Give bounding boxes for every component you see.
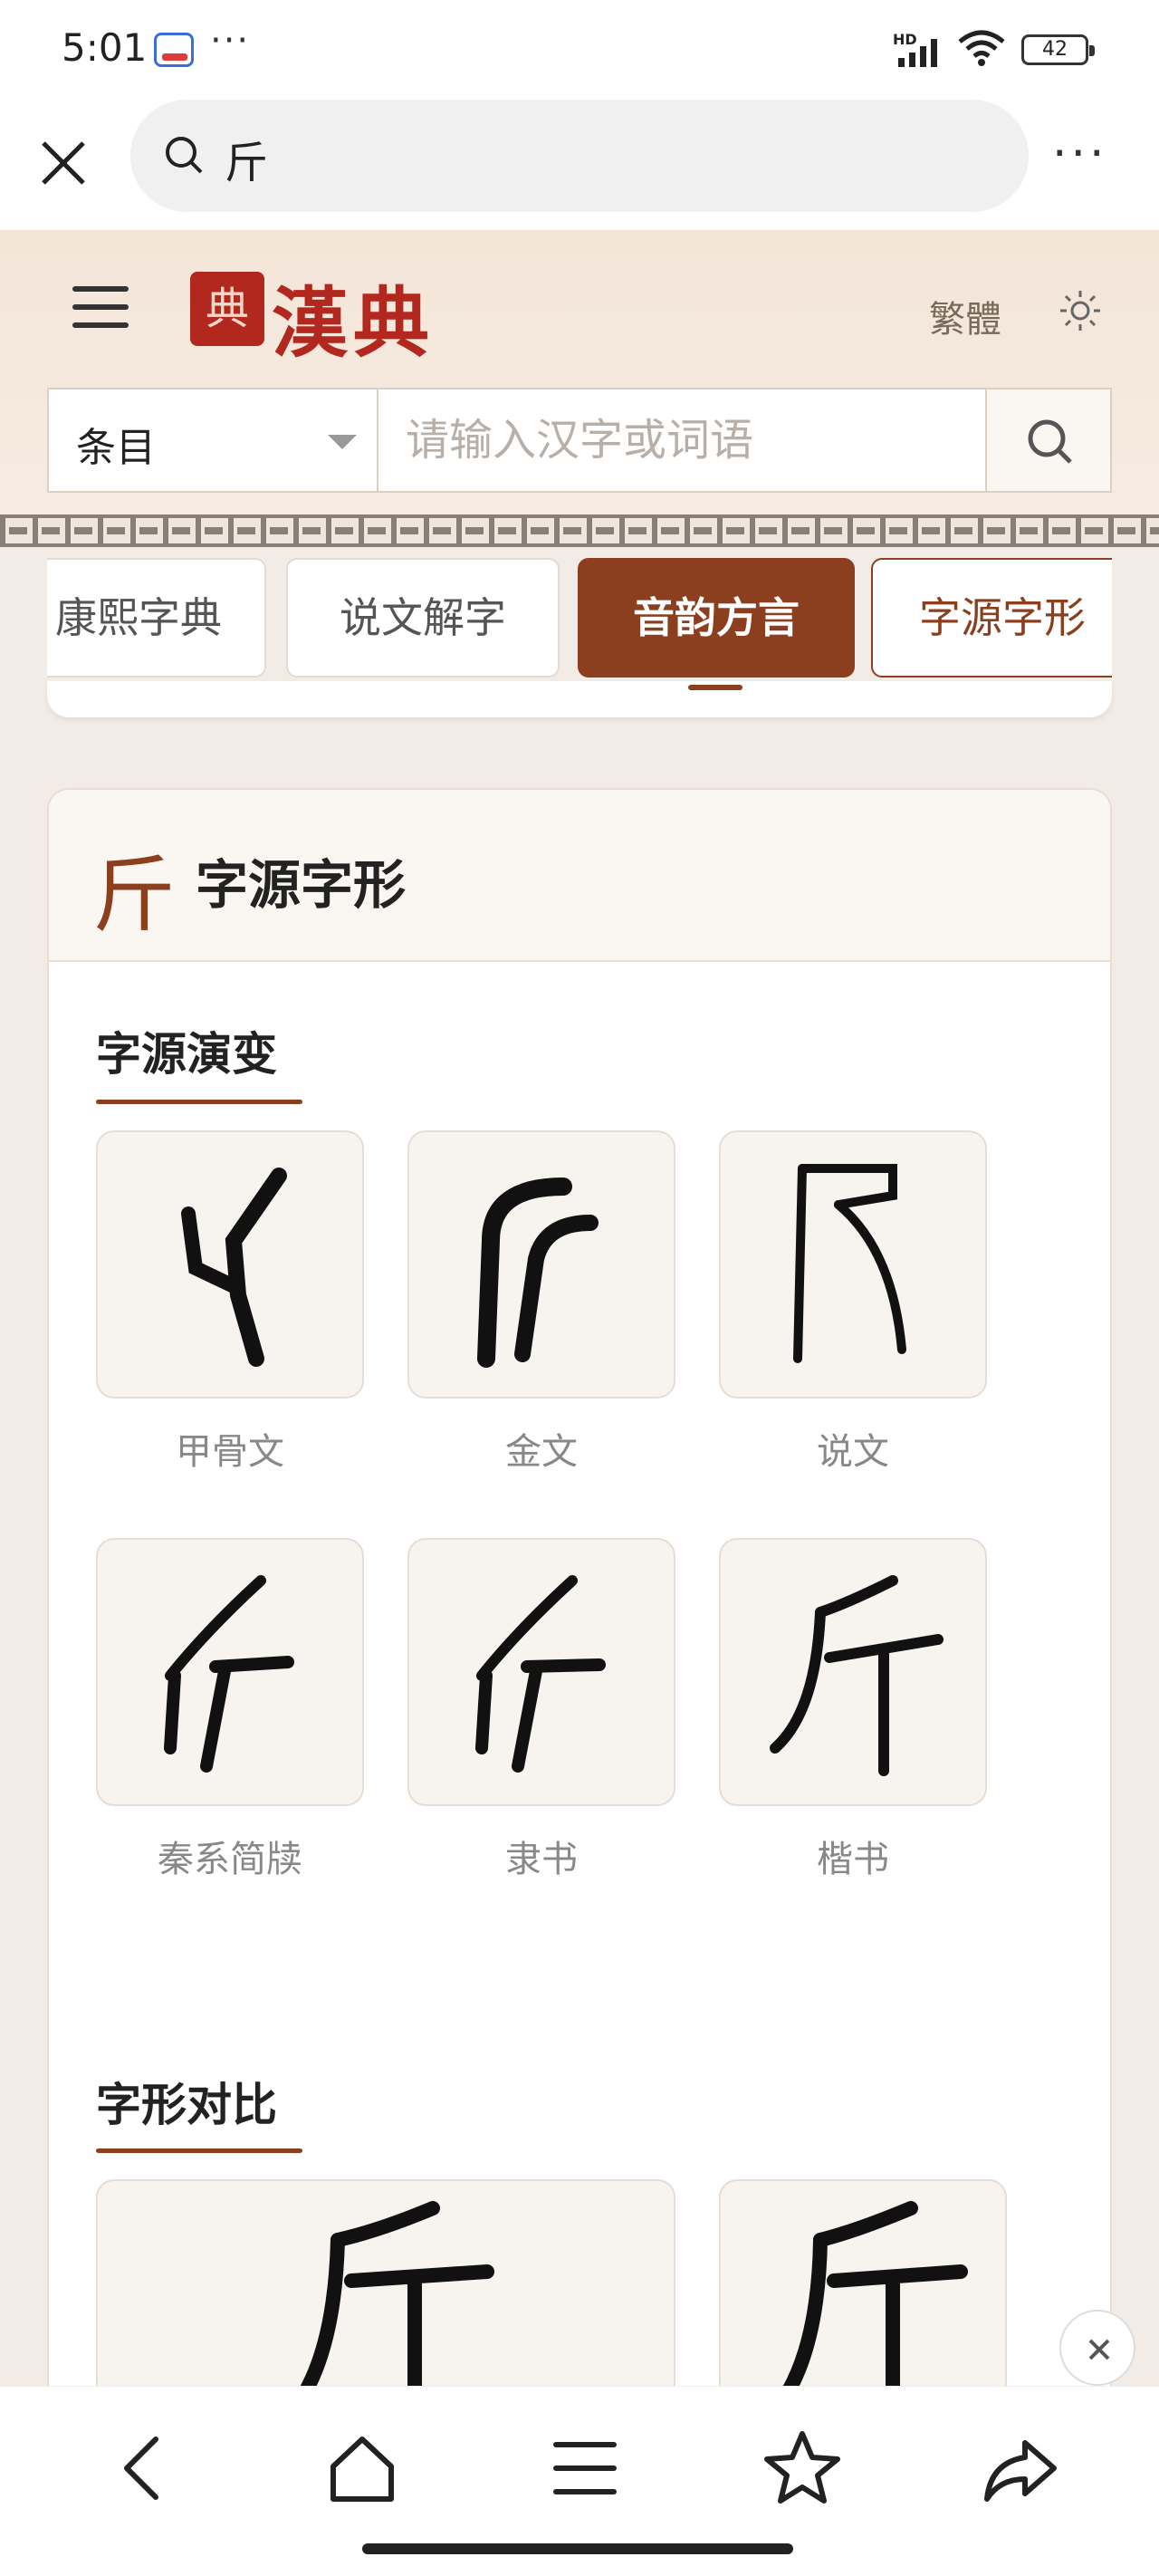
- search-category-select[interactable]: 条目: [49, 389, 378, 491]
- browser-search-box[interactable]: 斤: [130, 100, 1029, 212]
- glyph-shuowen[interactable]: [719, 1130, 987, 1399]
- card-header-title: 字源字形: [196, 854, 407, 916]
- etymology-card: 斤 字源字形 字源演变 甲骨文 金文 说文 秦系简牍 隶书 楷书 字形对比: [47, 788, 1112, 2418]
- home-indicator: [362, 2543, 793, 2554]
- star-icon[interactable]: [757, 2423, 848, 2514]
- section-underline: [96, 2148, 302, 2153]
- sun-icon[interactable]: [1058, 288, 1103, 333]
- menu-icon[interactable]: [540, 2423, 630, 2514]
- tab-kangxi[interactable]: 康熙字典: [47, 558, 266, 678]
- close-float-button[interactable]: [1059, 2310, 1135, 2386]
- qin-bamboo-glyph-image: [164, 1575, 294, 1773]
- compare-glyph-image: [777, 2201, 968, 2406]
- compare-glyph-tile[interactable]: [96, 2179, 675, 2417]
- back-icon[interactable]: [100, 2423, 190, 2514]
- hamburger-menu-icon[interactable]: [72, 286, 129, 332]
- clerical-glyph-image: [475, 1575, 606, 1773]
- home-icon[interactable]: [317, 2423, 407, 2514]
- glyph-label: 秦系简牍: [158, 1839, 302, 1880]
- tab-phonology[interactable]: 音韵方言: [578, 558, 855, 678]
- card-header: 斤 字源字形: [49, 790, 1110, 962]
- active-tab-indicator: [688, 685, 742, 690]
- browser-toolbar: 斤 ···: [0, 100, 1159, 230]
- section-underline: [96, 1100, 302, 1104]
- glyph-oracle-bone[interactable]: [96, 1130, 364, 1399]
- search-category-label: 条目: [76, 425, 156, 471]
- signal-icon: [898, 39, 937, 67]
- card-header-char: 斤: [92, 847, 177, 944]
- tabs-panel-edge: [47, 681, 1112, 717]
- glyph-label: 楷书: [817, 1839, 889, 1880]
- traditional-chinese-link[interactable]: 繁體: [929, 290, 1001, 342]
- status-more-indicator: ···: [210, 20, 251, 62]
- dictionary-tabs: 康熙字典 说文解字 音韵方言 字源字形: [47, 556, 1112, 681]
- search-icon: [1028, 419, 1072, 464]
- glyph-bronze[interactable]: [407, 1130, 675, 1399]
- glyph-label: 金文: [505, 1431, 578, 1473]
- tab-shuowen[interactable]: 说文解字: [286, 558, 560, 678]
- glyph-clerical[interactable]: [407, 1538, 675, 1806]
- glyph-label: 说文: [817, 1431, 889, 1473]
- share-icon[interactable]: [974, 2423, 1065, 2514]
- shuowen-glyph-image: [793, 1164, 906, 1363]
- compare-section-title: 字形对比: [96, 2079, 277, 2131]
- bronze-glyph-image: [477, 1177, 599, 1368]
- battery-indicator: 42: [1021, 34, 1095, 65]
- compare-glyph-tile[interactable]: [719, 2179, 1007, 2417]
- browser-query-text: 斤: [225, 138, 269, 188]
- chevron-down-icon: [328, 435, 357, 449]
- search-button[interactable]: [985, 389, 1110, 491]
- baidu-app-icon: [154, 33, 194, 67]
- compare-glyph-image: [294, 2201, 494, 2406]
- decorative-border: [0, 514, 1159, 547]
- more-dots-icon[interactable]: ···: [1052, 127, 1108, 181]
- regular-glyph-image: [770, 1575, 943, 1776]
- status-bar: 5:01 ··· HD 42: [0, 0, 1159, 100]
- glyph-qin-bamboo[interactable]: [96, 1538, 364, 1806]
- site-search-row: 条目: [47, 388, 1112, 493]
- glyph-label: 甲骨文: [176, 1431, 284, 1473]
- wifi-icon: [958, 30, 1005, 66]
- search-icon: [166, 137, 203, 174]
- status-time: 5:01: [62, 25, 148, 70]
- glyph-label: 隶书: [505, 1839, 578, 1880]
- tab-etymology[interactable]: 字源字形: [871, 558, 1112, 678]
- logo-seal: 典: [190, 272, 264, 346]
- close-icon: [1088, 2339, 1110, 2360]
- evolution-section-title: 字源演变: [96, 1028, 277, 1081]
- site-header: 典 漢典 繁體 条目: [0, 230, 1159, 520]
- site-logo[interactable]: 漢典: [272, 263, 435, 372]
- glyph-regular[interactable]: [719, 1538, 987, 1806]
- search-input[interactable]: [378, 389, 985, 491]
- oracle-bone-glyph-image: [181, 1168, 287, 1367]
- close-icon[interactable]: [36, 136, 91, 190]
